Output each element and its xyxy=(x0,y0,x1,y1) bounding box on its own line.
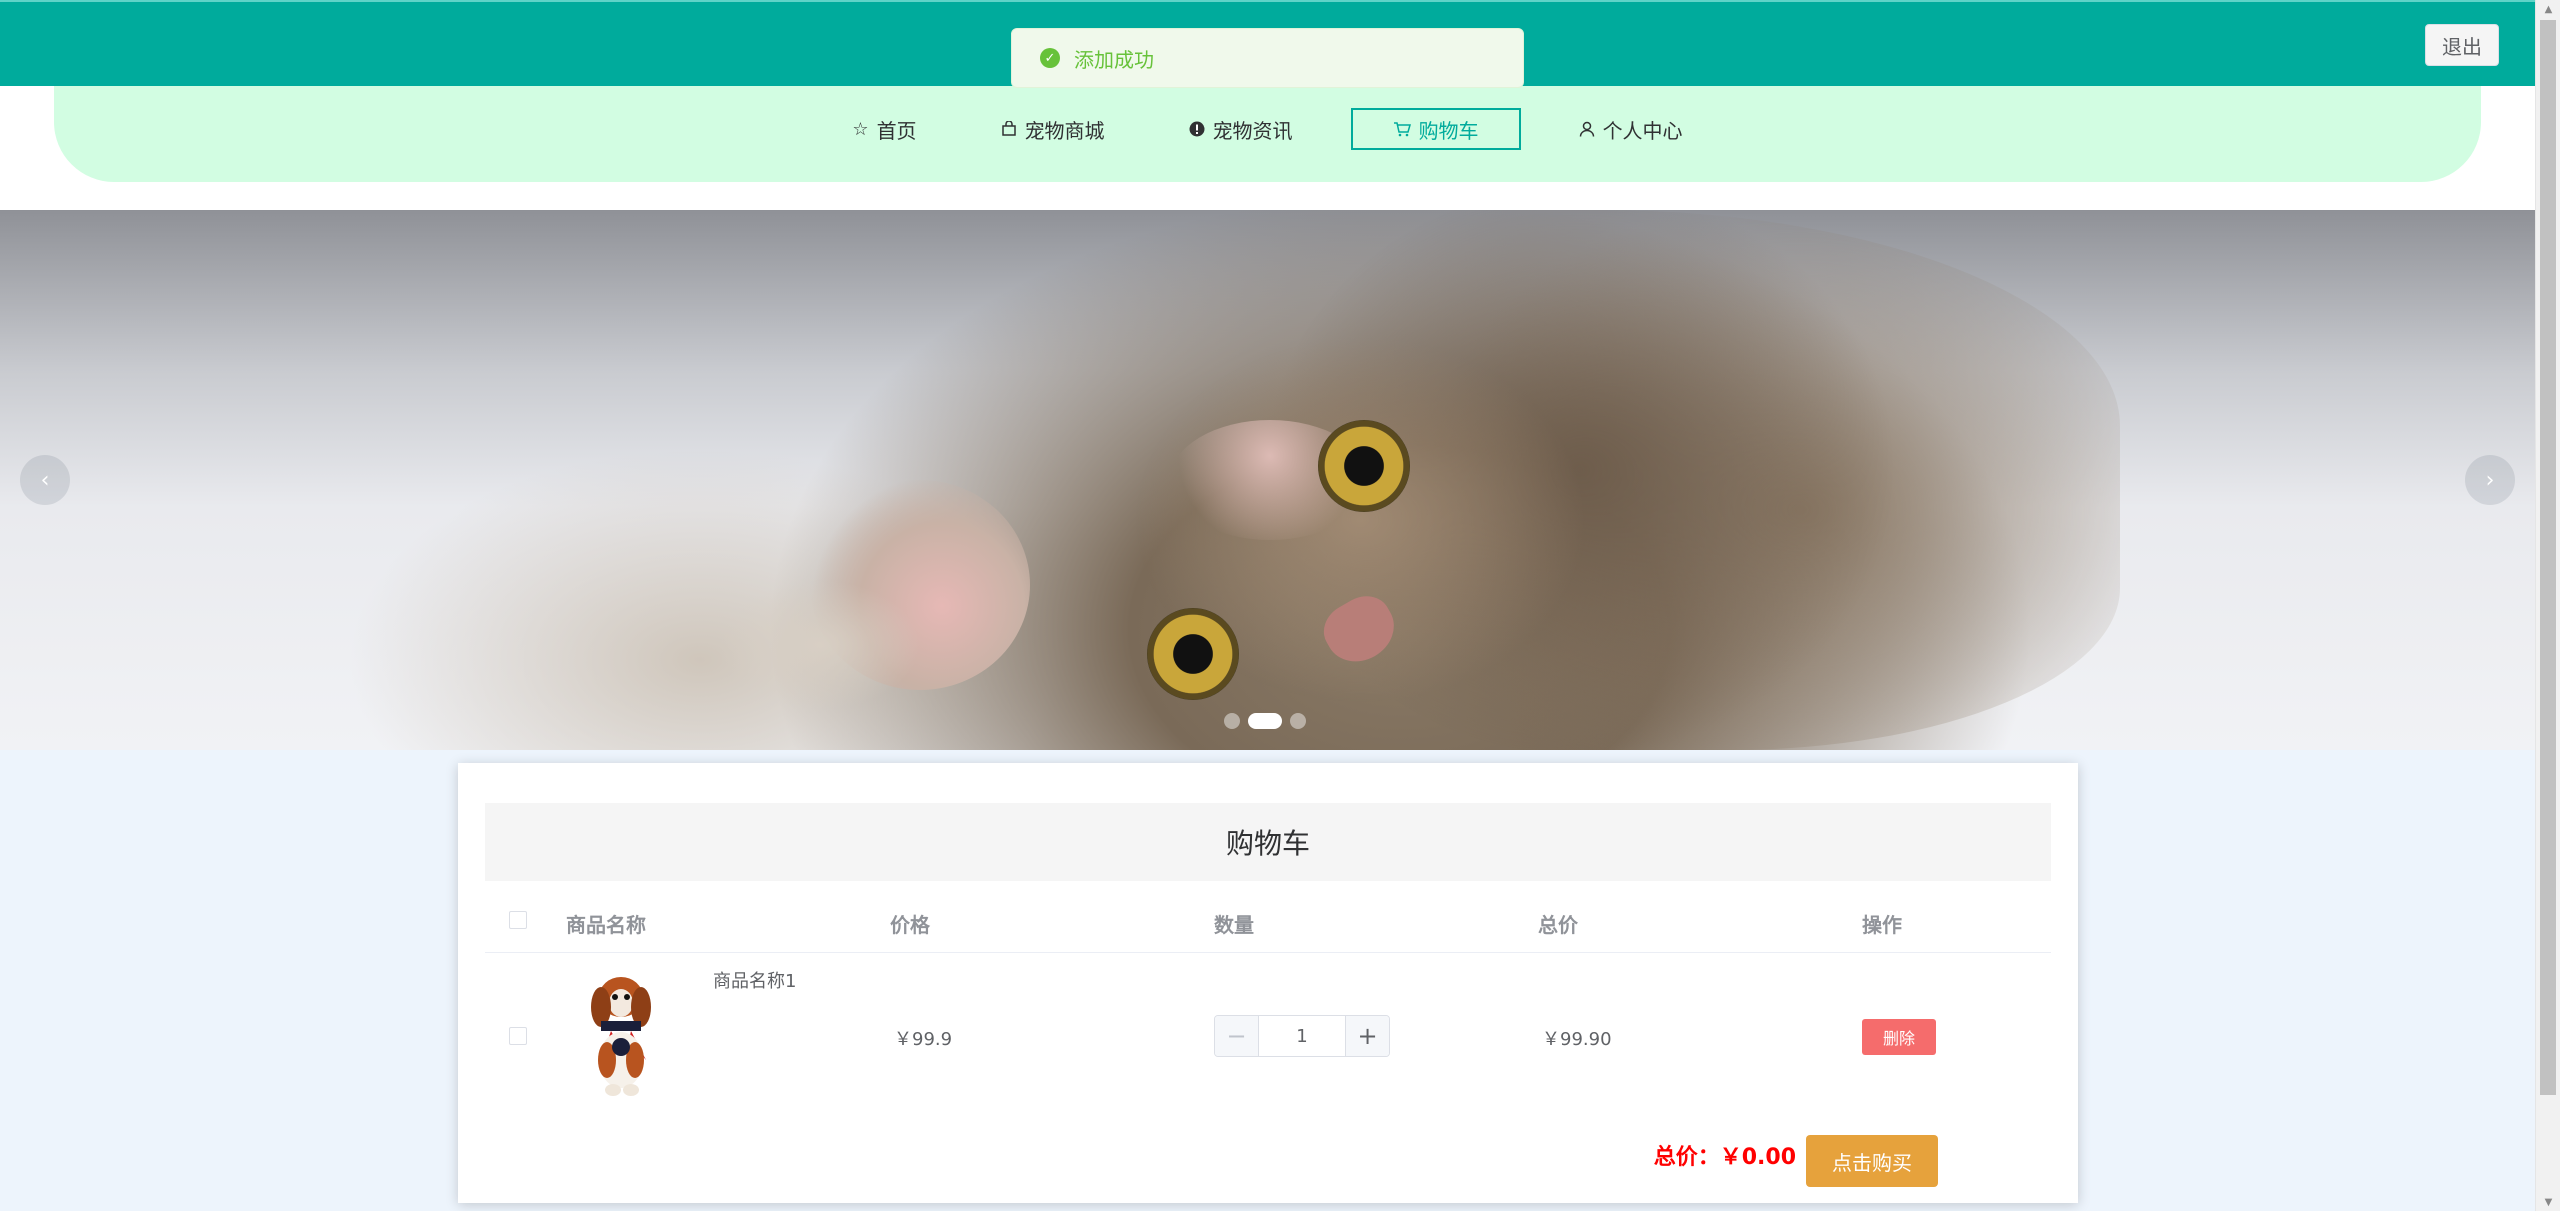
nav-item-label: 宠物商城 xyxy=(1024,118,1105,143)
nav-item-pet-shop[interactable]: 宠物商城 xyxy=(975,108,1131,150)
nav-item-label: 首页 xyxy=(876,118,917,143)
quantity-input[interactable]: 1 xyxy=(1259,1016,1345,1056)
info-icon xyxy=(1189,121,1205,137)
delete-button[interactable]: 删除 xyxy=(1862,1019,1936,1055)
toast-message: 添加成功 xyxy=(1074,47,1154,72)
quantity-stepper: − 1 + xyxy=(1214,1015,1390,1057)
column-header-total: 总价 xyxy=(1538,913,1578,937)
nav-item-cart[interactable]: 购物车 xyxy=(1350,108,1521,150)
scroll-thumb[interactable] xyxy=(2540,20,2556,1095)
scroll-down-arrow-icon[interactable]: ▼ xyxy=(2536,1193,2560,1211)
column-header-quantity: 数量 xyxy=(1214,913,1254,937)
banner-image-detail xyxy=(720,580,920,710)
bag-icon xyxy=(1001,121,1017,137)
banner-image-detail xyxy=(1318,420,1410,512)
table-row: 商品名称1 ￥99.9 − 1 + ￥99.90 删除 xyxy=(485,953,2051,1119)
cart-title: 购物车 xyxy=(485,803,2051,881)
row-subtotal: ￥99.90 xyxy=(1542,1029,1612,1050)
carousel-next-button[interactable]: › xyxy=(2465,455,2515,505)
nav-item-home[interactable]: ☆ 首页 xyxy=(826,108,942,150)
table-header: 商品名称 价格 数量 总价 操作 xyxy=(485,889,2051,953)
nav-item-label: 宠物资讯 xyxy=(1212,118,1293,143)
increase-quantity-button[interactable]: + xyxy=(1345,1016,1389,1056)
page-scrollbar[interactable]: ▲ ▼ xyxy=(2535,0,2560,1211)
column-header-name: 商品名称 xyxy=(566,913,646,937)
cart-icon xyxy=(1393,121,1411,137)
row-checkbox[interactable] xyxy=(509,1027,527,1045)
hero-carousel xyxy=(0,210,2535,750)
cart-table: 商品名称 价格 数量 总价 操作 商品名称1 ￥99.9 − 1 + ￥99.9… xyxy=(485,889,2051,1119)
product-price: ￥99.9 xyxy=(894,1029,953,1050)
carousel-dot[interactable] xyxy=(1290,713,1306,729)
scroll-up-arrow-icon[interactable]: ▲ xyxy=(2536,0,2560,18)
column-header-price: 价格 xyxy=(890,913,930,937)
carousel-dot-active[interactable] xyxy=(1248,713,1282,729)
cart-panel: 购物车 商品名称 价格 数量 总价 操作 商品名称1 ￥99.9 − 1 + ￥… xyxy=(458,763,2078,1203)
product-image xyxy=(571,965,671,1105)
cart-total: 总价：￥0.00 xyxy=(1653,1145,1796,1170)
nav-item-profile[interactable]: 个人中心 xyxy=(1553,108,1709,150)
user-icon xyxy=(1579,121,1595,137)
column-header-actions: 操作 xyxy=(1862,913,1902,937)
nav-item-label: 个人中心 xyxy=(1602,118,1683,143)
star-icon: ☆ xyxy=(852,118,869,140)
decrease-quantity-button[interactable]: − xyxy=(1215,1016,1259,1056)
success-toast: ✓ 添加成功 xyxy=(1011,28,1524,88)
select-all-checkbox[interactable] xyxy=(509,911,527,929)
carousel-indicators xyxy=(1224,713,1306,729)
banner-image-detail xyxy=(1147,608,1239,700)
buy-button[interactable]: 点击购买 xyxy=(1806,1135,1938,1187)
banner-image xyxy=(820,210,2120,750)
nav-item-label: 购物车 xyxy=(1418,118,1479,143)
carousel-dot[interactable] xyxy=(1224,713,1240,729)
main-nav: ☆ 首页 宠物商城 宠物资讯 购物车 个人中心 xyxy=(54,86,2481,182)
carousel-prev-button[interactable]: ‹ xyxy=(20,455,70,505)
logout-button[interactable]: 退出 xyxy=(2425,24,2499,66)
check-circle-icon: ✓ xyxy=(1040,48,1060,68)
cart-footer: 总价：￥0.00 点击购买 xyxy=(458,1123,2078,1187)
product-name: 商品名称1 xyxy=(713,971,797,992)
nav-item-pet-news[interactable]: 宠物资讯 xyxy=(1163,108,1319,150)
